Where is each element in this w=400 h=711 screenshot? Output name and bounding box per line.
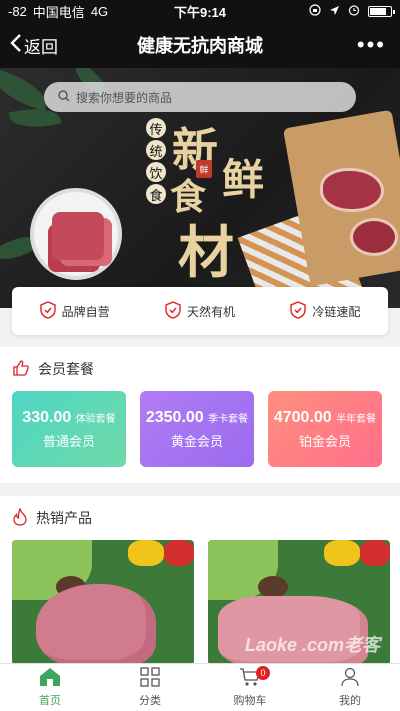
status-left: -82 中国电信 4G	[8, 2, 108, 21]
tab-label: 购物车	[233, 695, 267, 707]
tab-home[interactable]: 首页	[0, 664, 100, 711]
battery-icon	[368, 5, 395, 17]
network-type: 4G	[90, 3, 109, 19]
feature-label: 品牌自营	[61, 304, 110, 319]
thumbs-up-icon	[12, 359, 30, 380]
back-button[interactable]: 返回	[0, 33, 58, 58]
shield-check-icon	[39, 300, 56, 322]
member-tag: 体验套餐	[75, 413, 116, 425]
banner-headline-char: 材	[178, 220, 234, 286]
carrier-name: 中国电信	[32, 4, 85, 20]
membership-cards: 330.00 体验套餐 普通会员 2350.00 季卡套餐 黄金会员 4700.…	[0, 391, 400, 467]
status-right	[309, 3, 395, 19]
watermark: Laoke .com老客	[244, 635, 380, 655]
member-tag: 季卡套餐	[208, 413, 249, 425]
grid-icon	[140, 667, 160, 690]
product-card[interactable]: Laoke .com老客	[208, 540, 390, 665]
bottom-tab-bar: 首页 分类 0 购物车 我的	[0, 663, 400, 711]
calligraphy-char: 统	[146, 140, 166, 160]
section-title: 会员套餐	[38, 361, 94, 377]
feature-label: 天然有机	[186, 304, 235, 319]
member-tag: 半年套餐	[336, 413, 377, 425]
user-icon	[340, 667, 360, 690]
tab-cart[interactable]: 0 购物车	[200, 664, 300, 711]
tab-category[interactable]: 分类	[100, 664, 200, 711]
feature-item: 天然有机	[165, 300, 235, 322]
back-label: 返回	[24, 37, 58, 57]
more-menu-button[interactable]: •••	[357, 32, 400, 58]
cart-count-badge: 0	[256, 666, 270, 680]
member-name: 黄金会员	[170, 433, 223, 449]
signal-strength: -82	[8, 3, 27, 19]
chevron-left-icon	[10, 33, 22, 58]
flame-icon	[12, 506, 28, 529]
section-title: 热销产品	[36, 510, 92, 526]
search-input[interactable]: 搜索你想要的商品	[44, 82, 356, 112]
steak-image	[320, 168, 384, 212]
location-icon	[329, 4, 340, 19]
member-name: 铂金会员	[298, 433, 351, 449]
tab-label: 我的	[339, 695, 361, 707]
alarm-icon	[348, 4, 360, 19]
calligraphy-char: 饮	[146, 162, 166, 182]
product-list: Laoke .com老客	[0, 540, 400, 665]
member-card-basic[interactable]: 330.00 体验套餐 普通会员	[12, 391, 126, 467]
membership-section: 会员套餐 330.00 体验套餐 普通会员 2350.00 季卡套餐 黄金会员 …	[0, 347, 400, 483]
search-icon	[58, 89, 70, 105]
promo-banner[interactable]: 传 统 饮 食 新 鲜 食 材 鲜 搜索你想要的商品	[0, 68, 400, 308]
search-placeholder: 搜索你想要的商品	[76, 90, 173, 105]
feature-item: 品牌自营	[39, 300, 110, 322]
status-bar: -82 中国电信 4G 下午9:14	[0, 0, 400, 22]
calligraphy-char: 传	[146, 118, 166, 138]
tab-label: 分类	[139, 695, 161, 707]
calligraphy-char: 食	[146, 184, 166, 204]
banner-headline-char: 鲜	[222, 155, 265, 204]
member-price: 2350.00	[145, 408, 204, 426]
tab-label: 首页	[39, 695, 61, 707]
home-icon	[39, 667, 61, 690]
nav-bar: 返回 健康无抗肉商城 •••	[0, 22, 400, 68]
page-title: 健康无抗肉商城	[137, 36, 263, 56]
member-card-platinum[interactable]: 4700.00 半年套餐 铂金会员	[268, 391, 382, 467]
section-header: 会员套餐	[0, 347, 400, 391]
hot-products-section: 热销产品 Laoke .com老客	[0, 496, 400, 665]
section-header: 热销产品	[0, 496, 400, 540]
tab-profile[interactable]: 我的	[300, 664, 400, 711]
member-price: 4700.00	[273, 408, 332, 426]
member-price-line: 2350.00 季卡套餐	[146, 409, 248, 427]
member-price-line: 330.00 体验套餐	[22, 409, 115, 427]
feature-label: 冷链速配	[312, 304, 361, 319]
member-card-gold[interactable]: 2350.00 季卡套餐 黄金会员	[140, 391, 254, 467]
shield-check-icon	[290, 300, 307, 322]
lock-rotation-icon	[309, 3, 321, 19]
features-card: 品牌自营 天然有机 冷链速配	[12, 287, 388, 335]
member-price-line: 4700.00 半年套餐	[274, 409, 376, 427]
member-name: 普通会员	[42, 433, 95, 449]
stamp-seal: 鲜	[196, 160, 212, 178]
steak-image	[350, 218, 398, 256]
member-price: 330.00	[22, 408, 72, 426]
shield-check-icon	[165, 300, 181, 322]
meat-plate-image	[30, 188, 122, 280]
feature-item: 冷链速配	[290, 300, 361, 322]
product-card[interactable]	[12, 540, 194, 665]
